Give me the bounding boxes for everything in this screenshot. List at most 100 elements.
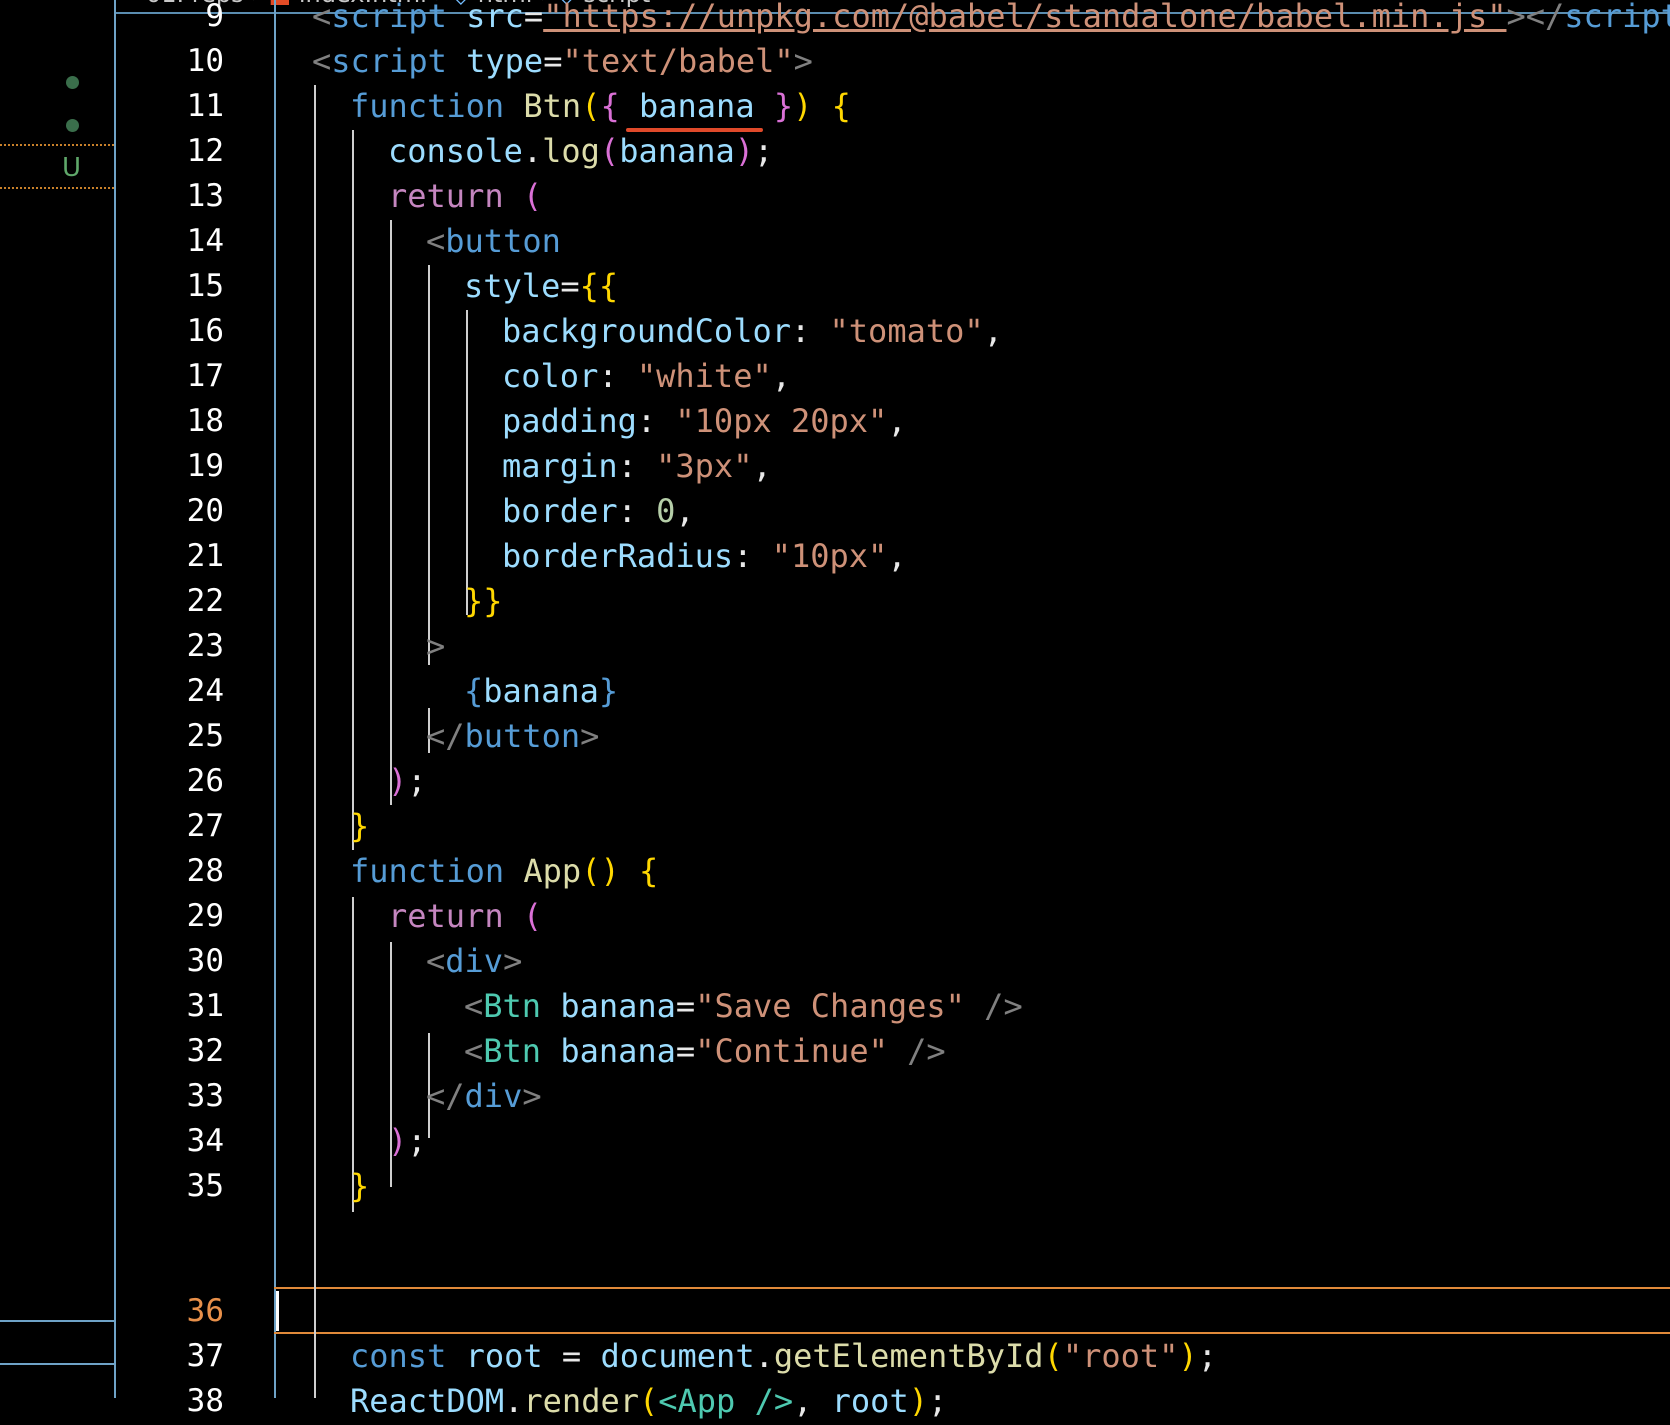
code-line[interactable]: const root = document.getElementById("ro… bbox=[350, 1332, 1217, 1380]
code-line[interactable]: backgroundColor: "tomato", bbox=[502, 307, 1003, 355]
code-line[interactable]: color: "white", bbox=[502, 352, 791, 400]
link[interactable]: "https://unpkg.com/@babel/standalone/bab… bbox=[543, 0, 1506, 35]
token: , bbox=[983, 312, 1003, 350]
token: } bbox=[350, 807, 370, 845]
code-line[interactable]: <div> bbox=[426, 937, 522, 985]
line-number[interactable]: 14 bbox=[150, 217, 224, 265]
sidebar-sash[interactable] bbox=[114, 0, 116, 1398]
code-line[interactable]: border: 0, bbox=[502, 487, 695, 535]
token: : bbox=[598, 357, 637, 395]
token: type bbox=[446, 42, 544, 80]
code-line[interactable]: return ( bbox=[388, 172, 542, 220]
line-number[interactable]: 35 bbox=[150, 1162, 224, 1210]
line-number[interactable]: 12 bbox=[150, 127, 224, 175]
code-line[interactable]: margin: "3px", bbox=[502, 442, 772, 490]
code-line[interactable]: function App() { bbox=[350, 847, 658, 895]
code-line[interactable]: </div> bbox=[426, 1072, 542, 1120]
code-line[interactable]: ); bbox=[388, 757, 427, 805]
token: : bbox=[790, 312, 830, 350]
code-line[interactable]: <script type="text/babel"> bbox=[312, 37, 813, 85]
token: > bbox=[793, 42, 813, 80]
line-number[interactable]: 21 bbox=[150, 532, 224, 580]
code-line[interactable]: borderRadius: "10px", bbox=[502, 532, 907, 580]
line-number[interactable]: 32 bbox=[150, 1027, 224, 1075]
token: 0 bbox=[656, 492, 676, 530]
line-number[interactable]: 9 bbox=[150, 0, 224, 40]
line-number[interactable]: 13 bbox=[150, 172, 224, 220]
token: ; bbox=[1197, 1337, 1217, 1375]
code-line[interactable]: return ( bbox=[388, 892, 542, 940]
token: ( bbox=[638, 1382, 659, 1420]
token: : bbox=[636, 402, 676, 440]
line-number[interactable]: 19 bbox=[150, 442, 224, 490]
token: ( bbox=[503, 177, 543, 215]
code-line[interactable]: style={{ bbox=[464, 262, 618, 310]
line-number[interactable]: 10 bbox=[150, 37, 224, 85]
line-number[interactable]: 16 bbox=[150, 307, 224, 355]
token: < bbox=[426, 222, 446, 260]
line-number[interactable]: 20 bbox=[150, 487, 224, 535]
token: . bbox=[754, 1337, 774, 1375]
line-number[interactable]: 29 bbox=[150, 892, 224, 940]
token: "text/babel" bbox=[562, 42, 794, 80]
token: App bbox=[504, 852, 582, 890]
line-number[interactable]: 22 bbox=[150, 577, 224, 625]
line-number-active[interactable]: 36 bbox=[150, 1287, 224, 1335]
code-line[interactable]: } bbox=[350, 1162, 369, 1210]
code-line[interactable]: <button bbox=[426, 217, 561, 265]
line-number[interactable]: 38 bbox=[150, 1377, 224, 1425]
code-line[interactable]: ); bbox=[388, 1117, 427, 1165]
code-line[interactable]: function Btn({ banana }) { bbox=[350, 82, 851, 130]
line-number[interactable]: 17 bbox=[150, 352, 224, 400]
line-number[interactable]: 37 bbox=[150, 1332, 224, 1380]
line-number[interactable]: 30 bbox=[150, 937, 224, 985]
line-number[interactable]: 28 bbox=[150, 847, 224, 895]
token: : bbox=[617, 492, 657, 530]
code-line[interactable]: console.log(banana); bbox=[388, 127, 773, 175]
code-line[interactable]: }} bbox=[464, 577, 503, 625]
code-line[interactable]: } bbox=[350, 802, 369, 850]
line-number[interactable]: 24 bbox=[150, 667, 224, 715]
line-number[interactable]: 15 bbox=[150, 262, 224, 310]
code-line[interactable]: {banana} bbox=[464, 667, 618, 715]
explorer-file-item[interactable]: U bbox=[0, 144, 114, 189]
code-line[interactable]: > bbox=[426, 622, 445, 670]
token: = bbox=[543, 42, 563, 80]
line-number[interactable]: 27 bbox=[150, 802, 224, 850]
token: ) bbox=[388, 762, 408, 800]
line-number[interactable]: 18 bbox=[150, 397, 224, 445]
line-number[interactable]: 31 bbox=[150, 982, 224, 1030]
token: /> bbox=[964, 987, 1023, 1025]
token: ( bbox=[1043, 1337, 1063, 1375]
code-line[interactable]: padding: "10px 20px", bbox=[502, 397, 907, 445]
line-number[interactable]: 23 bbox=[150, 622, 224, 670]
code-line[interactable]: <script src="https://unpkg.com/@babel/st… bbox=[312, 0, 1670, 40]
token: } bbox=[464, 582, 484, 620]
code-line[interactable]: <Btn banana="Save Changes" /> bbox=[464, 982, 1023, 1030]
token: console bbox=[388, 132, 523, 170]
line-number[interactable]: 26 bbox=[150, 757, 224, 805]
token: borderRadius bbox=[502, 537, 734, 575]
line-number[interactable]: 34 bbox=[150, 1117, 224, 1165]
token: ReactDOM bbox=[350, 1382, 505, 1420]
token: banana bbox=[619, 132, 735, 170]
line-number[interactable]: 25 bbox=[150, 712, 224, 760]
token: > bbox=[522, 1077, 542, 1115]
token: : bbox=[733, 537, 772, 575]
token: </ bbox=[426, 717, 465, 755]
token: root bbox=[446, 1337, 543, 1375]
code-line[interactable]: </button> bbox=[426, 712, 599, 760]
token: ; bbox=[407, 1122, 427, 1160]
token: log bbox=[542, 132, 600, 170]
token: , bbox=[793, 1382, 832, 1420]
token: "tomato" bbox=[829, 312, 984, 350]
line-number[interactable]: 11 bbox=[150, 82, 224, 130]
token: color bbox=[502, 357, 599, 395]
code-line[interactable]: ReactDOM.render(<App />, root); bbox=[350, 1377, 947, 1425]
code-line[interactable]: <Btn banana="Continue" /> bbox=[464, 1027, 946, 1075]
token: } bbox=[350, 1167, 370, 1205]
line-number[interactable]: 33 bbox=[150, 1072, 224, 1120]
token: } bbox=[598, 672, 619, 710]
token: ( bbox=[503, 897, 543, 935]
token: "10px 20px" bbox=[675, 402, 888, 440]
